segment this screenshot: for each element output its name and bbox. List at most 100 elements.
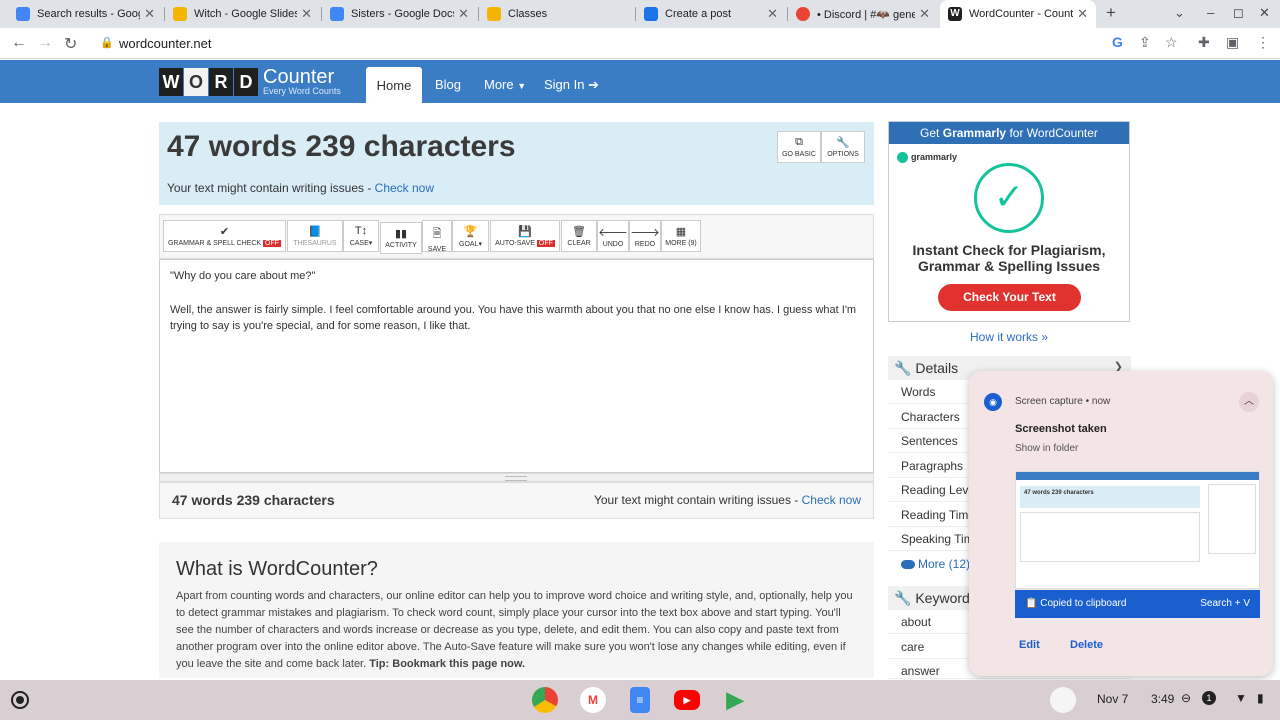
edit-button[interactable]: Edit	[1019, 639, 1040, 651]
redo-button[interactable]: 🡒 REDO	[629, 220, 661, 252]
book-icon: 📘	[308, 226, 322, 238]
about-section: What is WordCounter? Apart from counting…	[159, 542, 874, 678]
tab-sisters-docs[interactable]: Sisters - Google Docs ✕	[322, 0, 477, 28]
tab-wordcounter[interactable]: W WordCounter - Count ✕	[940, 0, 1096, 28]
post-icon	[644, 7, 658, 21]
wrench-icon: 🔧	[894, 360, 912, 376]
more-tools-button[interactable]: ▦ MORE (9)	[661, 220, 701, 252]
show-in-folder-link[interactable]: Show in folder	[1015, 443, 1078, 454]
external-link-icon: ⧉	[795, 136, 803, 148]
bar-chart-icon: ▮▮	[394, 228, 408, 240]
chrome-icon[interactable]	[532, 687, 558, 713]
close-tab-icon[interactable]: ✕	[144, 6, 155, 22]
tab-witch-slides[interactable]: Witch - Google Slides ✕	[165, 0, 320, 28]
do-not-disturb-icon[interactable]: ⊖	[1181, 691, 1191, 705]
nav-home[interactable]: Home	[366, 67, 422, 103]
editor-resize-handle[interactable]	[159, 473, 874, 482]
screen-capture-icon: ◉	[984, 393, 1002, 411]
battery-icon[interactable]: ▮	[1257, 691, 1264, 705]
minimize-icon[interactable]: –	[1207, 5, 1214, 20]
time-label[interactable]: 3:49	[1151, 692, 1174, 706]
notification-count-badge[interactable]: 1	[1202, 691, 1216, 705]
go-basic-button[interactable]: ⧉ GO BASIC	[777, 131, 821, 163]
copied-to-clipboard-banner: 📋 Copied to clipboard Search + V	[1015, 590, 1260, 618]
undo-button[interactable]: 🡐 UNDO	[597, 220, 629, 252]
footer-check-now-link[interactable]: Check now	[802, 493, 861, 507]
close-tab-icon[interactable]: ✕	[919, 6, 930, 22]
save-file-icon: 🗎	[432, 228, 442, 240]
close-tab-icon[interactable]: ✕	[458, 6, 469, 22]
tab-create-post[interactable]: Create a post ✕	[636, 0, 786, 28]
clear-button[interactable]: 🗑 CLEAR	[561, 220, 597, 252]
wifi-icon[interactable]: ▼	[1235, 691, 1247, 705]
text-height-icon: T↕	[354, 225, 368, 237]
checkmark-circle-icon: ✓	[974, 163, 1044, 233]
google-lens-icon[interactable]: G	[1112, 34, 1123, 50]
share-icon[interactable]: ⇪	[1139, 34, 1151, 51]
page-title: 47 words 239 characters	[167, 130, 516, 163]
gmail-icon[interactable]: M	[580, 687, 606, 713]
how-it-works-link[interactable]: How it works »	[888, 330, 1130, 344]
url-field[interactable]: wordcounter.net	[119, 36, 212, 51]
slides-icon	[173, 7, 187, 21]
delete-button[interactable]: Delete	[1070, 639, 1103, 651]
new-tab-icon[interactable]: +	[1106, 3, 1116, 23]
grammarly-logo-icon	[897, 152, 908, 164]
check-icon: ✔	[219, 226, 230, 238]
nav-signin[interactable]: Sign In ➔	[544, 77, 599, 93]
docs-app-icon[interactable]: ≡	[630, 687, 650, 713]
back-icon[interactable]: ←	[11, 34, 27, 52]
sign-in-icon: ➔	[588, 77, 600, 92]
extensions-icon[interactable]: ✚	[1198, 34, 1210, 51]
grammar-check-button[interactable]: ✔ GRAMMAR & SPELL CHECK OFF	[163, 220, 286, 252]
check-now-link[interactable]: Check now	[375, 181, 434, 195]
youtube-icon[interactable]: ▶	[674, 690, 700, 710]
nav-blog[interactable]: Blog	[435, 77, 461, 92]
count-summary: 47 words 239 characters Your text might …	[159, 122, 874, 205]
screenshot-thumbnail[interactable]: 47 words 239 characters	[1015, 471, 1260, 589]
text-editor[interactable]: "Why do you care about me?" Well, the an…	[159, 259, 874, 473]
close-tab-icon[interactable]: ✕	[1077, 6, 1088, 22]
bookmark-star-icon[interactable]: ☆	[1165, 34, 1178, 51]
count-footer: 47 words 239 characters Your text might …	[159, 482, 874, 519]
grammarly-ad[interactable]: Get Grammarly for WordCounter grammarly …	[888, 121, 1130, 322]
tab-search-results[interactable]: Search results - Google ✕	[8, 0, 163, 28]
about-heading: What is WordCounter?	[176, 558, 378, 580]
notification-title: Screenshot taken	[1015, 423, 1107, 435]
save-button[interactable]: 🗎 SAVE	[422, 220, 452, 253]
lock-icon[interactable]: 🔒	[100, 36, 114, 49]
goal-button[interactable]: 🏆 GOAL▾	[452, 220, 489, 252]
collapse-chevron-icon[interactable]: ︿	[1239, 392, 1259, 412]
launcher-icon[interactable]	[11, 691, 29, 709]
tab-classes[interactable]: Classes	[479, 0, 634, 28]
play-store-icon[interactable]: ▶	[722, 687, 748, 713]
reload-icon[interactable]: ↻	[64, 34, 77, 54]
trash-icon: 🗑	[572, 226, 586, 238]
nav-more[interactable]: More ▼	[484, 77, 526, 92]
options-button[interactable]: 🔧 OPTIONS	[821, 131, 865, 163]
close-tab-icon[interactable]: ✕	[767, 6, 778, 22]
browser-tab-strip: Search results - Google ✕ Witch - Google…	[0, 0, 1280, 28]
forward-icon[interactable]: →	[37, 34, 53, 52]
thesaurus-button[interactable]: 📘 THESAURUS	[287, 220, 343, 252]
close-tab-icon[interactable]: ✕	[301, 6, 312, 22]
bookmark-tip: Tip: Bookmark this page now.	[369, 658, 526, 670]
case-button[interactable]: T↕ CASE▾	[343, 220, 379, 252]
off-badge: OFF	[263, 240, 282, 247]
trophy-icon: 🏆	[463, 226, 478, 238]
tab-discord[interactable]: • Discord | #🦇 gene ✕	[788, 0, 938, 28]
side-panel-icon[interactable]: ▣	[1226, 34, 1239, 51]
wordcounter-logo[interactable]: W O R D Counter Every Word Counts	[159, 67, 341, 97]
tab-search-icon[interactable]: ⌄	[1174, 5, 1185, 21]
menu-kebab-icon[interactable]: ⋮	[1256, 34, 1270, 51]
screenshot-notification[interactable]: ◉ Screen capture • now ︿ Screenshot take…	[969, 371, 1273, 676]
close-window-icon[interactable]: ✕	[1259, 5, 1270, 21]
autosave-button[interactable]: 💾 AUTO-SAVE OFF	[490, 220, 560, 252]
check-your-text-button[interactable]: Check Your Text	[938, 284, 1081, 311]
footer-count: 47 words 239 characters	[172, 492, 335, 508]
date-label[interactable]: Nov 7	[1097, 692, 1128, 706]
tote-icon[interactable]	[1050, 687, 1076, 713]
maximize-icon[interactable]: ◻	[1233, 5, 1244, 21]
grid-icon: ▦	[675, 226, 687, 238]
activity-button[interactable]: ▮▮ ACTIVITY	[380, 222, 422, 254]
